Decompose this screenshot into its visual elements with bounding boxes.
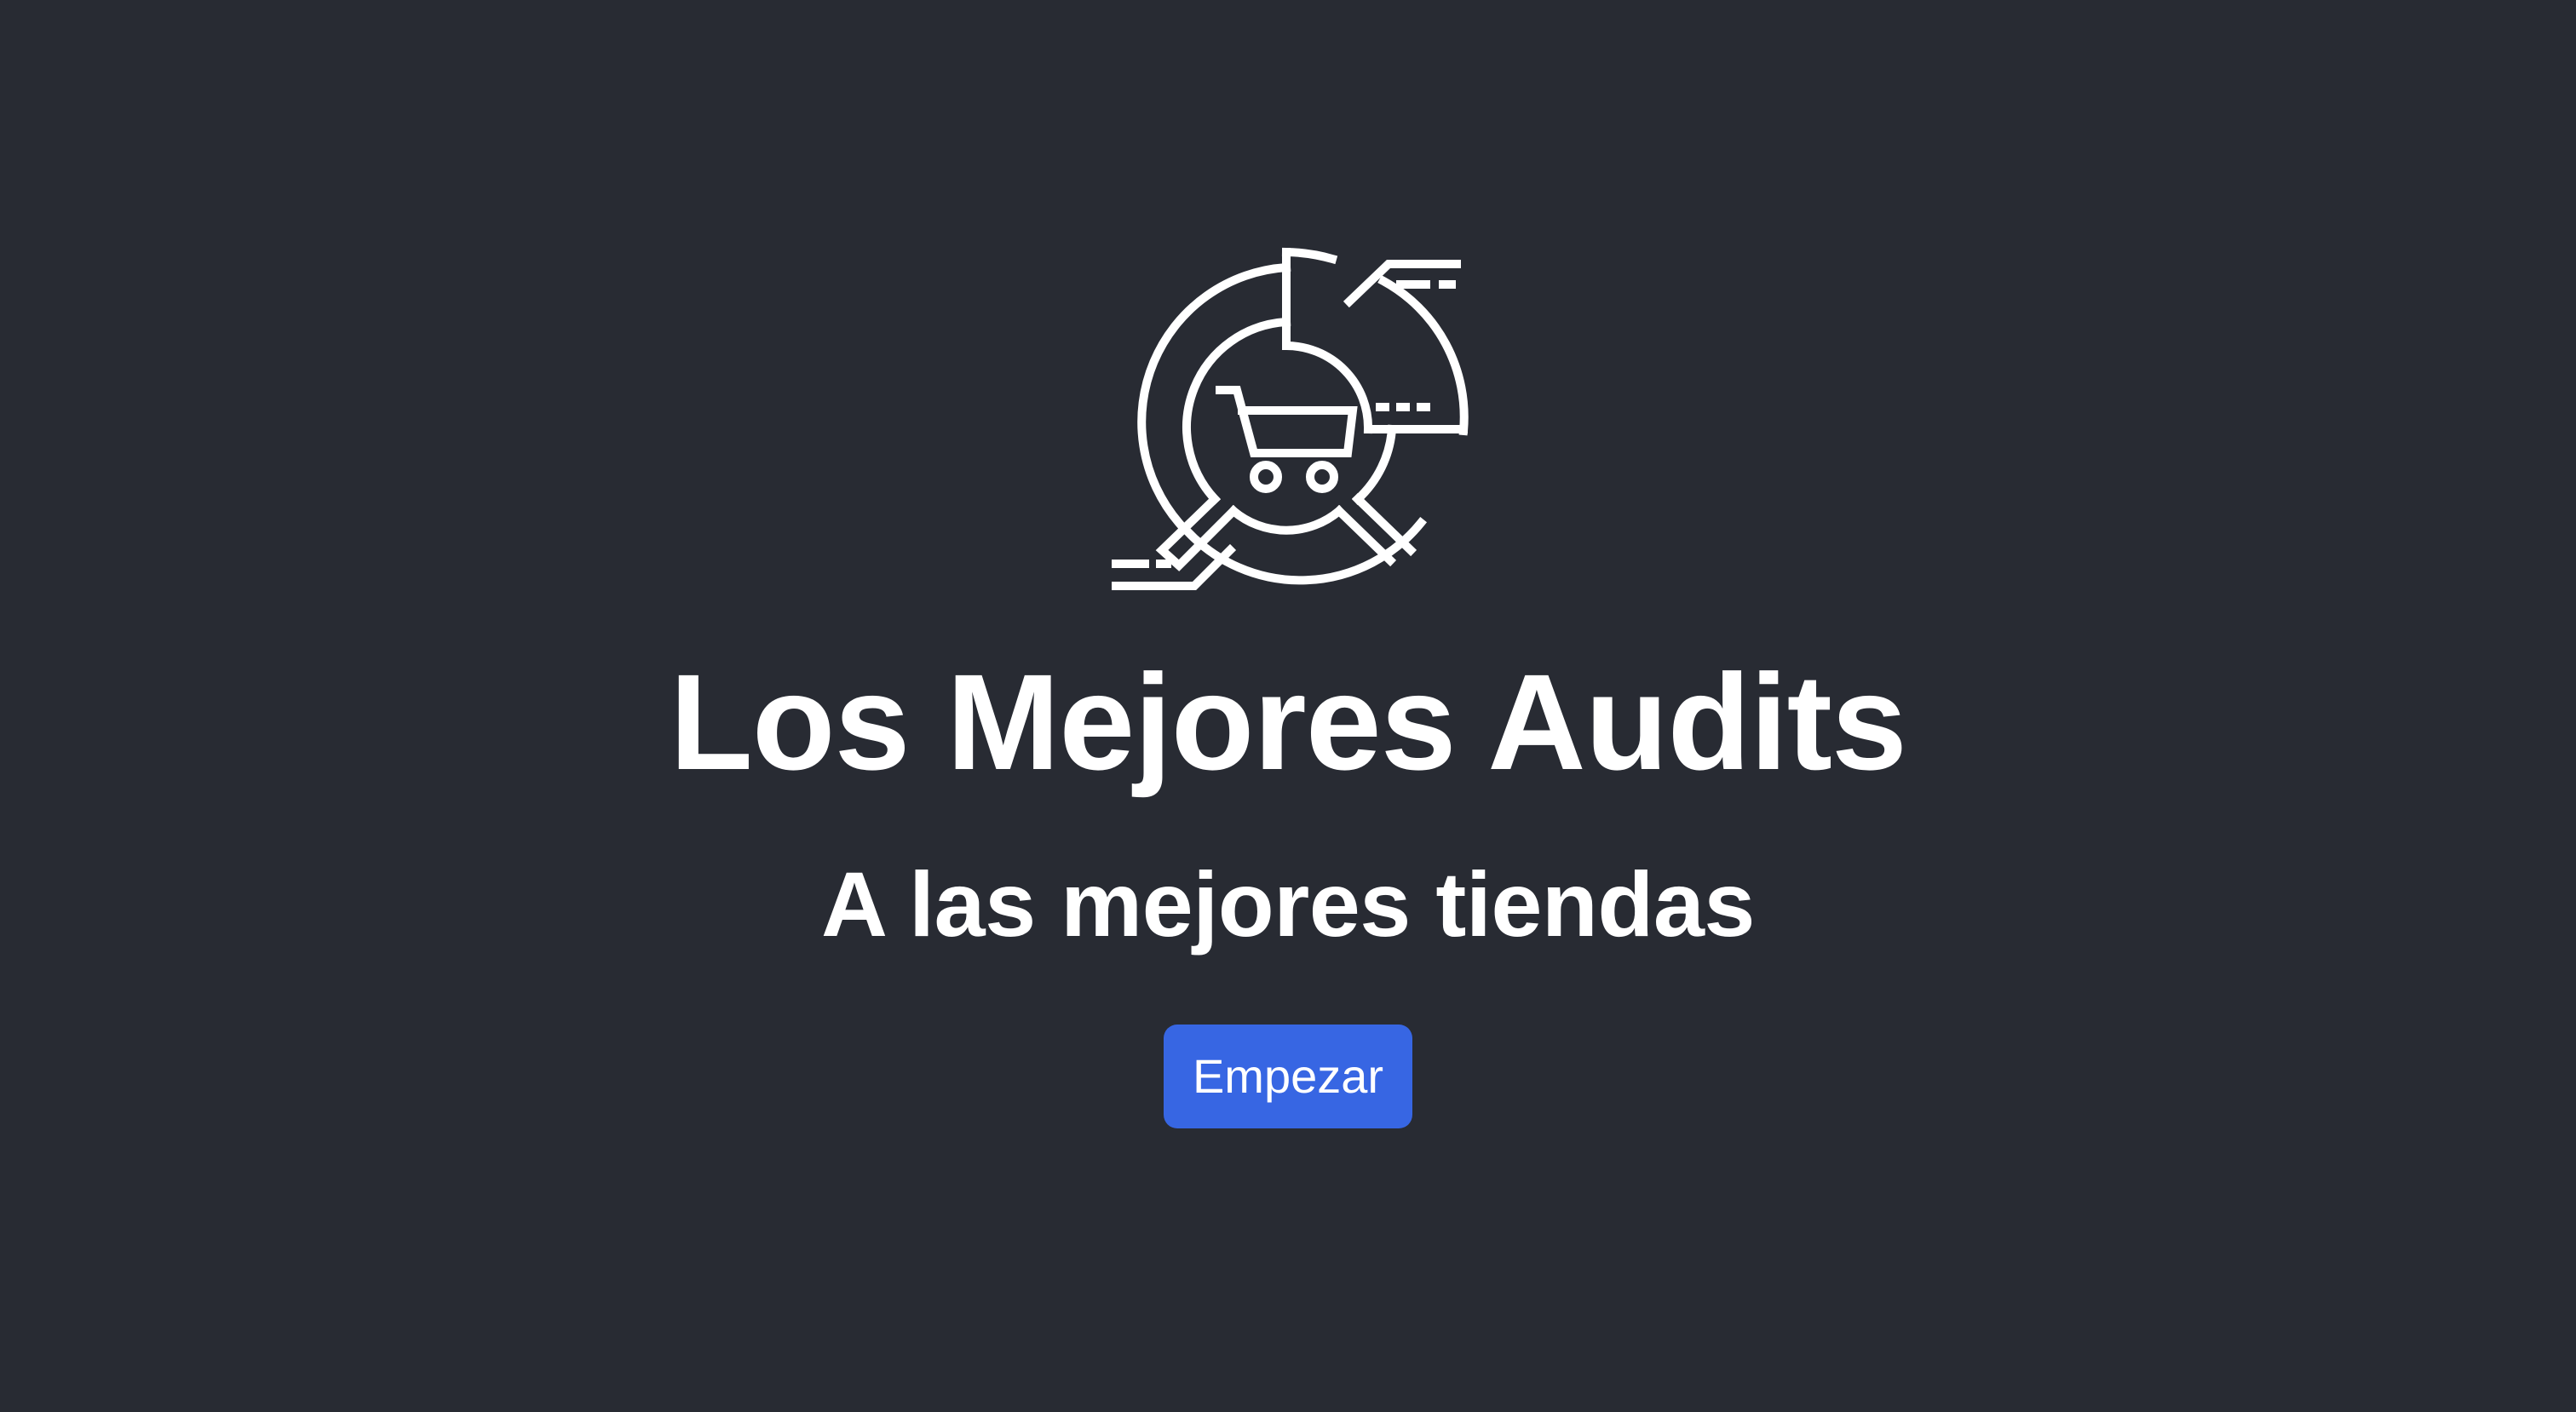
start-button[interactable]: Empezar <box>1164 1025 1412 1128</box>
shopping-cart-audit-icon <box>1111 247 1472 608</box>
page-title: Los Mejores Audits <box>670 646 1907 798</box>
hero-section: Los Mejores Audits A las mejores tiendas… <box>0 0 2576 1412</box>
page-subtitle: A las mejores tiendas <box>821 852 1755 956</box>
